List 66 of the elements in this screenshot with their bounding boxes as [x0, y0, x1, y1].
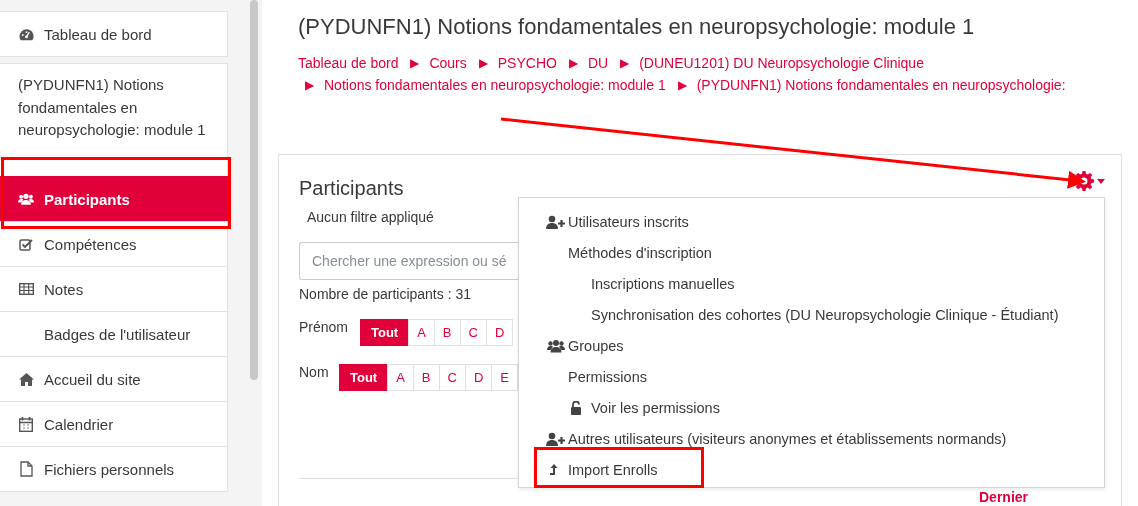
search-field[interactable]: Chercher une expression ou sé [299, 242, 519, 280]
user-plus-icon [545, 214, 566, 229]
caret-icon [1097, 178, 1105, 184]
initial-letter-button[interactable]: D [464, 364, 493, 391]
initial-letter-button[interactable]: B [412, 364, 440, 391]
initial-letter-button[interactable]: A [408, 319, 435, 346]
breadcrumb-separator: ▶ [305, 77, 314, 94]
table-icon [18, 283, 34, 295]
menu-item[interactable]: Voir les permissions [519, 392, 1104, 423]
sidebar-item[interactable]: Badges de l'utilisateur [0, 311, 228, 357]
sidebar-item[interactable]: Fichiers personnels [0, 446, 228, 492]
menu-item[interactable]: Utilisateurs inscrits [519, 206, 1104, 237]
breadcrumb-separator: ▶ [568, 55, 578, 72]
users-icon [18, 192, 34, 206]
filter-label: Prénom [299, 319, 350, 335]
checkbox-icon [19, 237, 33, 251]
card-title: Participants [299, 177, 404, 200]
file-icon [19, 461, 33, 477]
initial-letter-button[interactable]: B [433, 319, 461, 346]
initial-letter-button[interactable]: A [387, 364, 414, 391]
breadcrumb-link[interactable]: (DUNEU1201) DU Neuropsychologie Clinique [639, 52, 924, 74]
menu-item[interactable]: Méthodes d'inscription [519, 237, 1104, 268]
breadcrumb-separator: ▶ [620, 55, 630, 72]
sidebar-item[interactable]: Compétences [0, 221, 228, 267]
initial-letter-button[interactable]: E [491, 364, 518, 391]
scrollbar-thumb[interactable] [250, 0, 258, 380]
menu-item[interactable]: Inscriptions manuelles [519, 268, 1104, 299]
sidebar-course-link[interactable]: (PYDUNFN1) Notions fondamentales en neuropsychologie: module 1 [0, 63, 228, 177]
home-icon [18, 372, 34, 386]
breadcrumb-link[interactable]: PSYCHO [497, 52, 557, 74]
user-plus-icon [545, 431, 566, 446]
users-icon [546, 338, 565, 353]
settings-icon [1074, 171, 1094, 191]
filter-label: Nom [299, 364, 330, 380]
breadcrumb-separator: ▶ [410, 55, 420, 72]
menu-item[interactable]: Groupes [519, 330, 1104, 361]
dashboard-icon [18, 27, 34, 41]
unlocked-padlock-icon [570, 400, 582, 415]
breadcrumb-link[interactable]: Tableau de bord [298, 52, 399, 74]
initial-letter-button[interactable]: Tout [339, 364, 389, 391]
initial-letter-button[interactable]: Tout [360, 319, 410, 346]
breadcrumb-link[interactable]: Cours [429, 52, 467, 74]
sidebar-item[interactable]: Notes [0, 266, 228, 312]
sidebar-item[interactable]: Calendrier [0, 401, 228, 447]
last-page-link[interactable]: Dernier [979, 489, 1029, 505]
menu-item[interactable]: Permissions [519, 361, 1104, 392]
upload-icon [549, 462, 559, 477]
settings-button[interactable] [1074, 171, 1105, 191]
breadcrumb-link[interactable]: Notions fondamentales en neuropsychologie: module 1 [324, 74, 666, 96]
sidebar-item[interactable]: Tableau de bord [0, 11, 228, 57]
breadcrumb-separator: ▶ [677, 77, 687, 94]
menu-item[interactable]: Synchronisation des cohortes (DU Neuropsychologie Clinique - Étudiant) [519, 299, 1104, 330]
sidebar-item[interactable]: Participants [0, 176, 228, 222]
participant-count: Nombre de participants : 31 [299, 286, 471, 302]
sidebar-item[interactable]: Accueil du site [0, 356, 228, 402]
initial-letter-button[interactable]: C [459, 319, 487, 346]
page-title: (PYDUNFN1) Notions fondamentales en neuropsychologie: module 1 [297, 13, 976, 40]
menu-item[interactable]: Import Enrolls [519, 454, 1104, 485]
filter-status: Aucun filtre appliqué [307, 209, 434, 225]
initial-letter-button[interactable]: C [438, 364, 466, 391]
breadcrumb-separator: ▶ [478, 55, 488, 72]
menu-item[interactable]: Autres utilisateurs (visiteurs anonymes et établissements normands) [519, 423, 1104, 454]
breadcrumb-link[interactable]: (PYDUNFN1) Notions fondamentales en neuropsychologie: [696, 74, 1066, 96]
breadcrumb-link[interactable]: DU [587, 52, 609, 74]
initial-letter-button[interactable]: D [485, 319, 514, 346]
calendar-icon [19, 416, 33, 432]
